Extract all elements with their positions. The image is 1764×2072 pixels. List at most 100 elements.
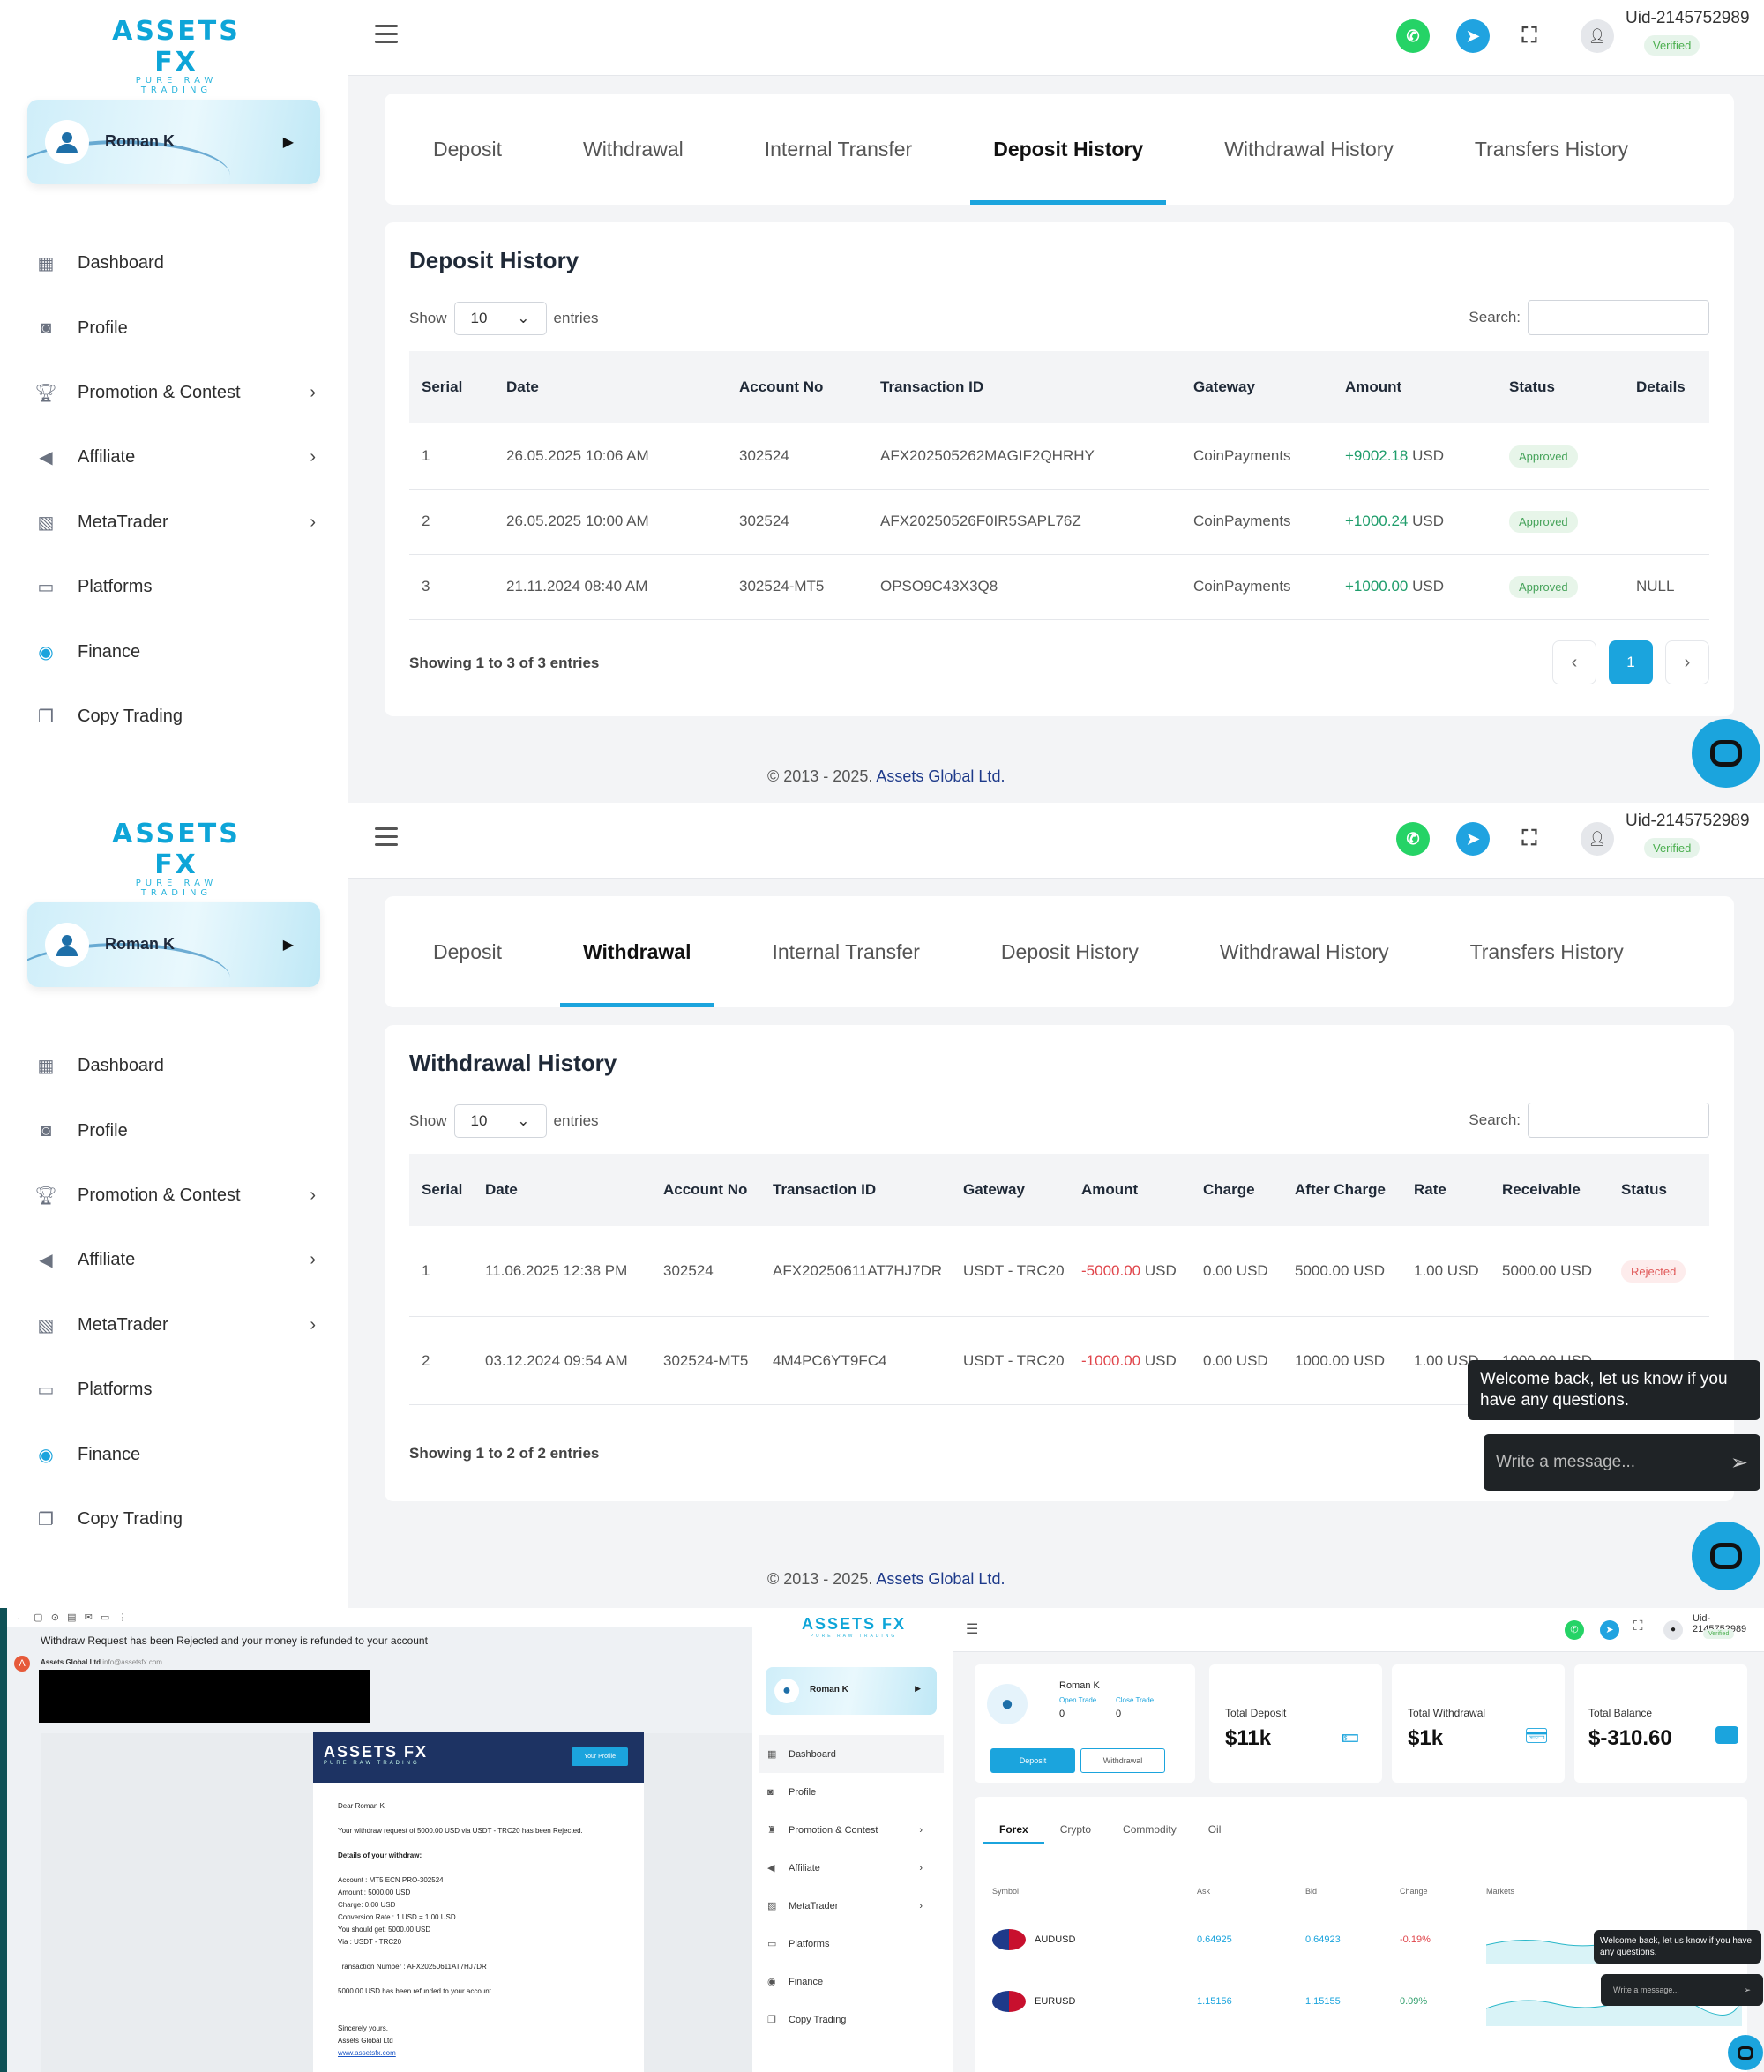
footer: © 2013 - 2025. Assets Global Ltd. — [767, 1570, 1005, 1588]
entries-control: Show 10 ⌄ entries — [409, 302, 599, 335]
whatsapp-icon[interactable]: ✆ — [1396, 822, 1430, 856]
menu-platforms[interactable]: ▭ Platforms — [759, 1925, 944, 1963]
menu-affiliate[interactable]: ◀ Affiliate › — [759, 1849, 944, 1887]
chevron-right-icon: › — [310, 1314, 316, 1335]
tab-withdrawal-history[interactable]: Withdrawal History — [1220, 896, 1389, 1007]
withdrawal-history-screen: ASSETS FX PURE RAW TRADING Roman K ▶ ▦ Dash… — [0, 803, 1764, 1608]
withdrawal-history-card: Withdrawal History Show 10 ⌄ entries Search… — [385, 1025, 1734, 1501]
menu-finance[interactable]: ◉ Finance — [34, 1422, 316, 1486]
send-icon[interactable]: ➢ — [1744, 1986, 1751, 1995]
menu-finance[interactable]: ◉ Finance — [34, 619, 316, 684]
user-menu[interactable]: 👤︎ Uid-2145752989 Verified — [1566, 803, 1764, 879]
menu-platforms[interactable]: ▭ Platforms — [34, 555, 316, 619]
menu-affiliate[interactable]: ◀ Affiliate › — [34, 1228, 316, 1292]
menu-promotion[interactable]: ♜ Promotion & Contest › — [759, 1811, 944, 1849]
account-card: ● Roman K Open Trade Close Trade 0 0 Dep… — [975, 1664, 1195, 1783]
chat-button[interactable] — [1692, 1522, 1760, 1590]
table-row: 2 26.05.2025 10:00 AM 302524 AFX20250526F0I… — [409, 489, 1709, 555]
tab-commodity[interactable]: Commodity — [1107, 1818, 1192, 1844]
fullscreen-icon[interactable]: ⛶ — [1633, 1619, 1643, 1634]
menu-profile[interactable]: ◙ Profile — [34, 1098, 316, 1163]
menu-affiliate[interactable]: ◀ Affiliate › — [34, 425, 316, 490]
hamburger-icon[interactable] — [375, 827, 398, 851]
tab-crypto[interactable]: Crypto — [1044, 1818, 1107, 1844]
chat-button[interactable] — [1728, 2035, 1763, 2070]
your-profile-button[interactable]: Your Profile — [572, 1747, 628, 1766]
redacted-block — [39, 1670, 370, 1723]
fullscreen-icon[interactable]: ⛶ — [1513, 19, 1546, 53]
user-card[interactable]: Roman K ▶ — [27, 902, 320, 987]
search-input[interactable] — [1528, 1103, 1709, 1138]
tab-withdrawal-history[interactable]: Withdrawal History — [1224, 94, 1394, 205]
withdrawal-button[interactable]: Withdrawal — [1080, 1748, 1165, 1773]
menu-profile[interactable]: ◙ Profile — [34, 295, 316, 360]
whatsapp-icon[interactable]: ✆ — [1396, 19, 1430, 53]
grid-icon: ▦ — [37, 254, 55, 274]
tab-oil[interactable]: Oil — [1192, 1818, 1237, 1844]
hamburger-icon[interactable]: ☰ — [966, 1620, 978, 1638]
menu-copy-trading[interactable]: ❐ Copy Trading — [759, 2001, 944, 2038]
entries-select[interactable]: 10 ⌄ — [453, 302, 547, 335]
user-card[interactable]: Roman K ▶ — [27, 100, 320, 184]
tab-deposit[interactable]: Deposit — [433, 94, 502, 205]
tab-deposit-history[interactable]: Deposit History — [970, 94, 1167, 205]
chat-button[interactable] — [1692, 719, 1760, 788]
tab-transfers-history[interactable]: Transfers History — [1470, 896, 1624, 1007]
user-card[interactable]: ● Roman K ▶ — [766, 1667, 937, 1715]
trophy-icon: 🏆︎ — [34, 1186, 57, 1206]
trophy-icon: 🏆︎ — [34, 383, 57, 403]
flag-icon — [992, 1991, 1026, 2012]
deposit-button[interactable]: Deposit — [990, 1748, 1075, 1773]
menu-dashboard[interactable]: ▦ Dashboard — [759, 1735, 944, 1773]
email-toolbar[interactable]: ← ▢ ⊙ ▤ ✉ ▭ ⋮ — [7, 1608, 752, 1627]
telegram-icon[interactable]: ➤ — [1456, 822, 1490, 856]
logo[interactable]: ASSETS FX PURE RAW TRADING — [97, 16, 256, 95]
menu-profile[interactable]: ◙ Profile — [759, 1773, 944, 1811]
total-balance-card: Total Balance $-310.60 — [1574, 1664, 1747, 1783]
tab-withdrawal[interactable]: Withdrawal — [583, 94, 684, 205]
menu-metatrader[interactable]: ▧ MetaTrader › — [34, 1293, 316, 1358]
whatsapp-icon[interactable]: ✆ — [1565, 1620, 1584, 1640]
menu-metatrader[interactable]: ▧ MetaTrader › — [759, 1887, 944, 1925]
website-link[interactable]: www.assetsfx.com — [338, 2047, 619, 2060]
tab-withdrawal[interactable]: Withdrawal — [559, 896, 715, 1007]
logo[interactable]: ASSETS FX PURE RAW TRADING — [97, 819, 256, 898]
menu-copy-trading[interactable]: ❐ Copy Trading — [34, 684, 316, 749]
email-body: ASSETS FX PURE RAW TRADING Your Profile … — [313, 1732, 644, 2072]
search-input[interactable] — [1528, 300, 1709, 335]
chat-message-input[interactable]: Write a message... ➢ — [1484, 1434, 1760, 1491]
telegram-icon[interactable]: ➤ — [1456, 19, 1490, 53]
user-menu[interactable]: 👤︎ Uid-2145752989 Verified — [1566, 0, 1764, 76]
user-icon[interactable]: ● — [1663, 1620, 1683, 1640]
menu-finance[interactable]: ◉ Finance — [759, 1963, 944, 2001]
menu-copy-trading[interactable]: ❐ Copy Trading — [34, 1487, 316, 1552]
search-control: Search: — [1469, 300, 1709, 335]
menu-promotion[interactable]: 🏆︎ Promotion & Contest › — [34, 361, 316, 425]
tab-deposit-history[interactable]: Deposit History — [1001, 896, 1139, 1007]
next-page-button[interactable]: › — [1665, 640, 1709, 684]
fullscreen-icon[interactable]: ⛶ — [1513, 822, 1546, 856]
deposit-history-screen: ASSETS FX PURE RAW TRADING Roman K ▶ ▦ Dash… — [0, 0, 1764, 803]
send-icon[interactable]: ➢ — [1730, 1450, 1748, 1476]
telegram-icon[interactable]: ➤ — [1600, 1620, 1619, 1640]
logo[interactable]: ASSETS FX PURE RAW TRADING — [792, 1615, 916, 1639]
hamburger-icon[interactable] — [375, 25, 398, 49]
table-row: 3 21.11.2024 08:40 AM 302524-MT5 OPSO9C43X3… — [409, 554, 1709, 620]
tab-internal-transfer[interactable]: Internal Transfer — [765, 94, 912, 205]
menu-dashboard[interactable]: ▦ Dashboard — [34, 1034, 316, 1098]
tab-forex[interactable]: Forex — [983, 1818, 1044, 1844]
menu-dashboard[interactable]: ▦ Dashboard — [34, 231, 316, 295]
finance-tabs: Deposit Withdrawal Internal Transfer Dep… — [385, 896, 1734, 1007]
page-1-button[interactable]: 1 — [1609, 640, 1653, 684]
tab-internal-transfer[interactable]: Internal Transfer — [772, 896, 919, 1007]
entries-select[interactable]: 10 ⌄ — [453, 1104, 547, 1138]
tab-deposit[interactable]: Deposit — [433, 896, 502, 1007]
prev-page-button[interactable]: ‹ — [1552, 640, 1596, 684]
menu-promotion[interactable]: 🏆︎ Promotion & Contest › — [34, 1163, 316, 1228]
grid-icon: ▦ — [37, 1057, 55, 1077]
menu-platforms[interactable]: ▭ Platforms — [34, 1358, 316, 1422]
menu-metatrader[interactable]: ▧ MetaTrader › — [34, 490, 316, 555]
chat-message-input[interactable]: Write a message... ➢ — [1601, 1974, 1763, 2006]
avatar-icon — [45, 923, 89, 967]
tab-transfers-history[interactable]: Transfers History — [1475, 94, 1628, 205]
